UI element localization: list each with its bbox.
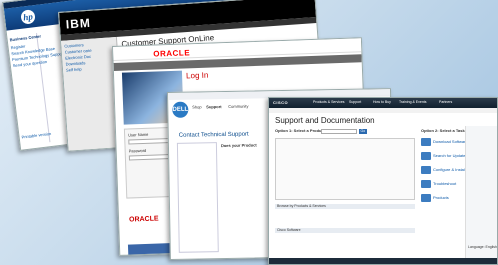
oracle-bottom-logo: ORACLE (128, 215, 159, 224)
oracle-username-label: User Name (128, 131, 149, 138)
cisco-task-download[interactable]: Download Software (433, 140, 468, 144)
cisco-nav-partners[interactable]: Partners (439, 100, 452, 105)
dell-side-title: Does your Product (220, 142, 257, 149)
hp-sidebar-title: Business Center (9, 33, 42, 43)
download-icon (421, 138, 431, 146)
oracle-login-heading: Log In (185, 70, 209, 81)
oracle-password-label: Password (128, 147, 147, 154)
cisco-task-updates[interactable]: Search for Updates (433, 154, 467, 158)
cisco-language-select[interactable]: Language: English (468, 245, 497, 250)
ibm-sidebar-item[interactable]: Downloads (65, 60, 85, 66)
cisco-option2-label: Option 2: Select a Task (421, 128, 465, 133)
cisco-right-rail: Language: English (465, 126, 497, 262)
cisco-product-grid (275, 138, 415, 200)
cisco-task-configure[interactable]: Configure & Install (433, 168, 466, 172)
cisco-go-button[interactable]: Go (359, 129, 367, 134)
dell-side-nav (176, 142, 219, 253)
dell-logo[interactable]: DELL (172, 101, 189, 118)
cisco-window[interactable]: CISCO Products & Services Support How to… (268, 97, 498, 265)
troubleshoot-icon (421, 180, 431, 188)
cisco-task-troubleshoot[interactable]: Troubleshoot (433, 182, 456, 186)
oracle-logo[interactable]: ORACLE (153, 48, 190, 58)
cisco-logo[interactable]: CISCO (273, 100, 288, 105)
cisco-nav-howtobuy[interactable]: How to Buy (373, 100, 391, 105)
dell-page-heading: Contact Technical Support (178, 131, 249, 139)
dell-tab-shop[interactable]: Shop (192, 104, 201, 109)
cisco-task-products[interactable]: Products (433, 196, 449, 200)
hp-sidebar: Business Center Register Search Knowledg… (7, 32, 64, 146)
cisco-task-list: Download Software Search for Updates Con… (421, 138, 468, 228)
dell-tab-support[interactable]: Support (206, 104, 221, 109)
cisco-page-title: Support and Documentation (275, 116, 375, 125)
ibm-logo[interactable]: IBM (65, 16, 91, 32)
cisco-product-input[interactable] (321, 129, 357, 134)
cisco-footer-bar (269, 258, 497, 264)
cisco-section-header: Cisco Software (275, 228, 415, 233)
hp-printable-link[interactable]: Printable version (21, 131, 51, 140)
cisco-nav-products[interactable]: Products & Services (313, 100, 345, 105)
update-icon (421, 152, 431, 160)
products-icon (421, 194, 431, 202)
install-icon (421, 166, 431, 174)
cisco-section-header: Browse by Products & Services (275, 204, 415, 209)
cisco-nav-support[interactable]: Support (349, 100, 361, 105)
ibm-sidebar-item[interactable]: Self help (66, 66, 82, 72)
cisco-breadcrumb (269, 108, 497, 113)
dell-tab-community[interactable]: Community (228, 104, 248, 109)
cisco-nav-training[interactable]: Training & Events (399, 100, 427, 105)
